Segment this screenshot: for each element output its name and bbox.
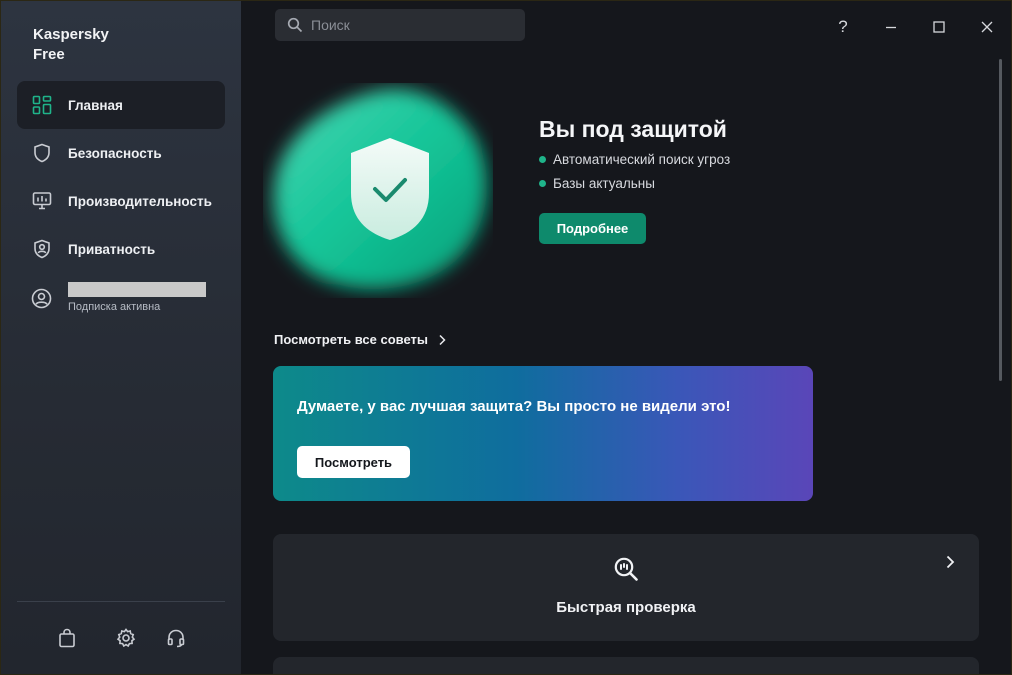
monitor-performance-icon [31,190,53,212]
status-text: Базы актуальны [553,176,655,191]
sidebar-divider [17,601,225,602]
maximize-button[interactable] [925,13,953,41]
sidebar-item-privacy[interactable]: Приватность [17,225,225,273]
status-text: Автоматический поиск угроз [553,152,731,167]
close-button[interactable] [973,13,1001,41]
promo-banner: Думаете, у вас лучшая защита? Вы просто … [273,366,813,501]
sidebar-item-home[interactable]: Главная [17,81,225,129]
sidebar: Kaspersky Free Главная Безопасность Прои… [1,1,241,674]
minimize-icon [886,26,896,29]
details-button[interactable]: Подробнее [539,213,646,244]
scrollbar[interactable] [999,59,1002,381]
minimize-button[interactable] [877,13,905,41]
protection-status-illustration [273,89,487,290]
search-icon [275,17,311,33]
quick-scan-label: Быстрая проверка [556,599,696,616]
headset-icon[interactable] [165,627,187,649]
store-bag-icon[interactable] [56,627,78,649]
app-window: Kaspersky Free Главная Безопасность Прои… [1,1,1011,674]
chevron-right-icon [439,334,446,345]
status-dot-icon [539,156,546,163]
promo-text: Думаете, у вас лучшая защита? Вы просто … [297,398,731,415]
privacy-shield-icon [31,238,53,260]
status-dot-icon [539,180,546,187]
sidebar-item-label: Производительность [68,193,212,209]
protection-status-title: Вы под защитой [539,116,727,142]
account-name-redacted [68,282,206,297]
close-icon [981,21,993,33]
shield-icon [31,142,53,164]
status-item: Базы актуальны [539,176,655,191]
quick-scan-card[interactable]: Быстрая проверка [273,534,979,641]
sidebar-item-label: Главная [68,97,123,113]
sidebar-item-security[interactable]: Безопасность [17,129,225,177]
sidebar-item-label: Приватность [68,241,156,257]
scan-magnifier-icon [614,557,638,581]
brand-title: Kaspersky Free [33,26,109,63]
tips-link-label: Посмотреть все советы [274,332,429,347]
help-button[interactable]: ? [829,13,857,41]
next-card[interactable] [273,657,979,674]
search-input[interactable] [311,17,501,33]
search-box[interactable] [275,9,525,41]
user-circle-icon [31,288,53,310]
gear-icon[interactable] [115,627,137,649]
chevron-right-icon [946,555,955,569]
maximize-icon [933,21,945,33]
promo-view-button[interactable]: Посмотреть [297,446,410,478]
subscription-status: Подписка активна [68,301,161,313]
sidebar-item-performance[interactable]: Производительность [17,177,225,225]
status-item: Автоматический поиск угроз [539,152,730,167]
account-item[interactable]: Подписка активна [17,279,225,323]
view-all-tips-link[interactable]: Посмотреть все советы [274,332,446,347]
home-grid-icon [31,94,53,116]
sidebar-item-label: Безопасность [68,145,162,161]
